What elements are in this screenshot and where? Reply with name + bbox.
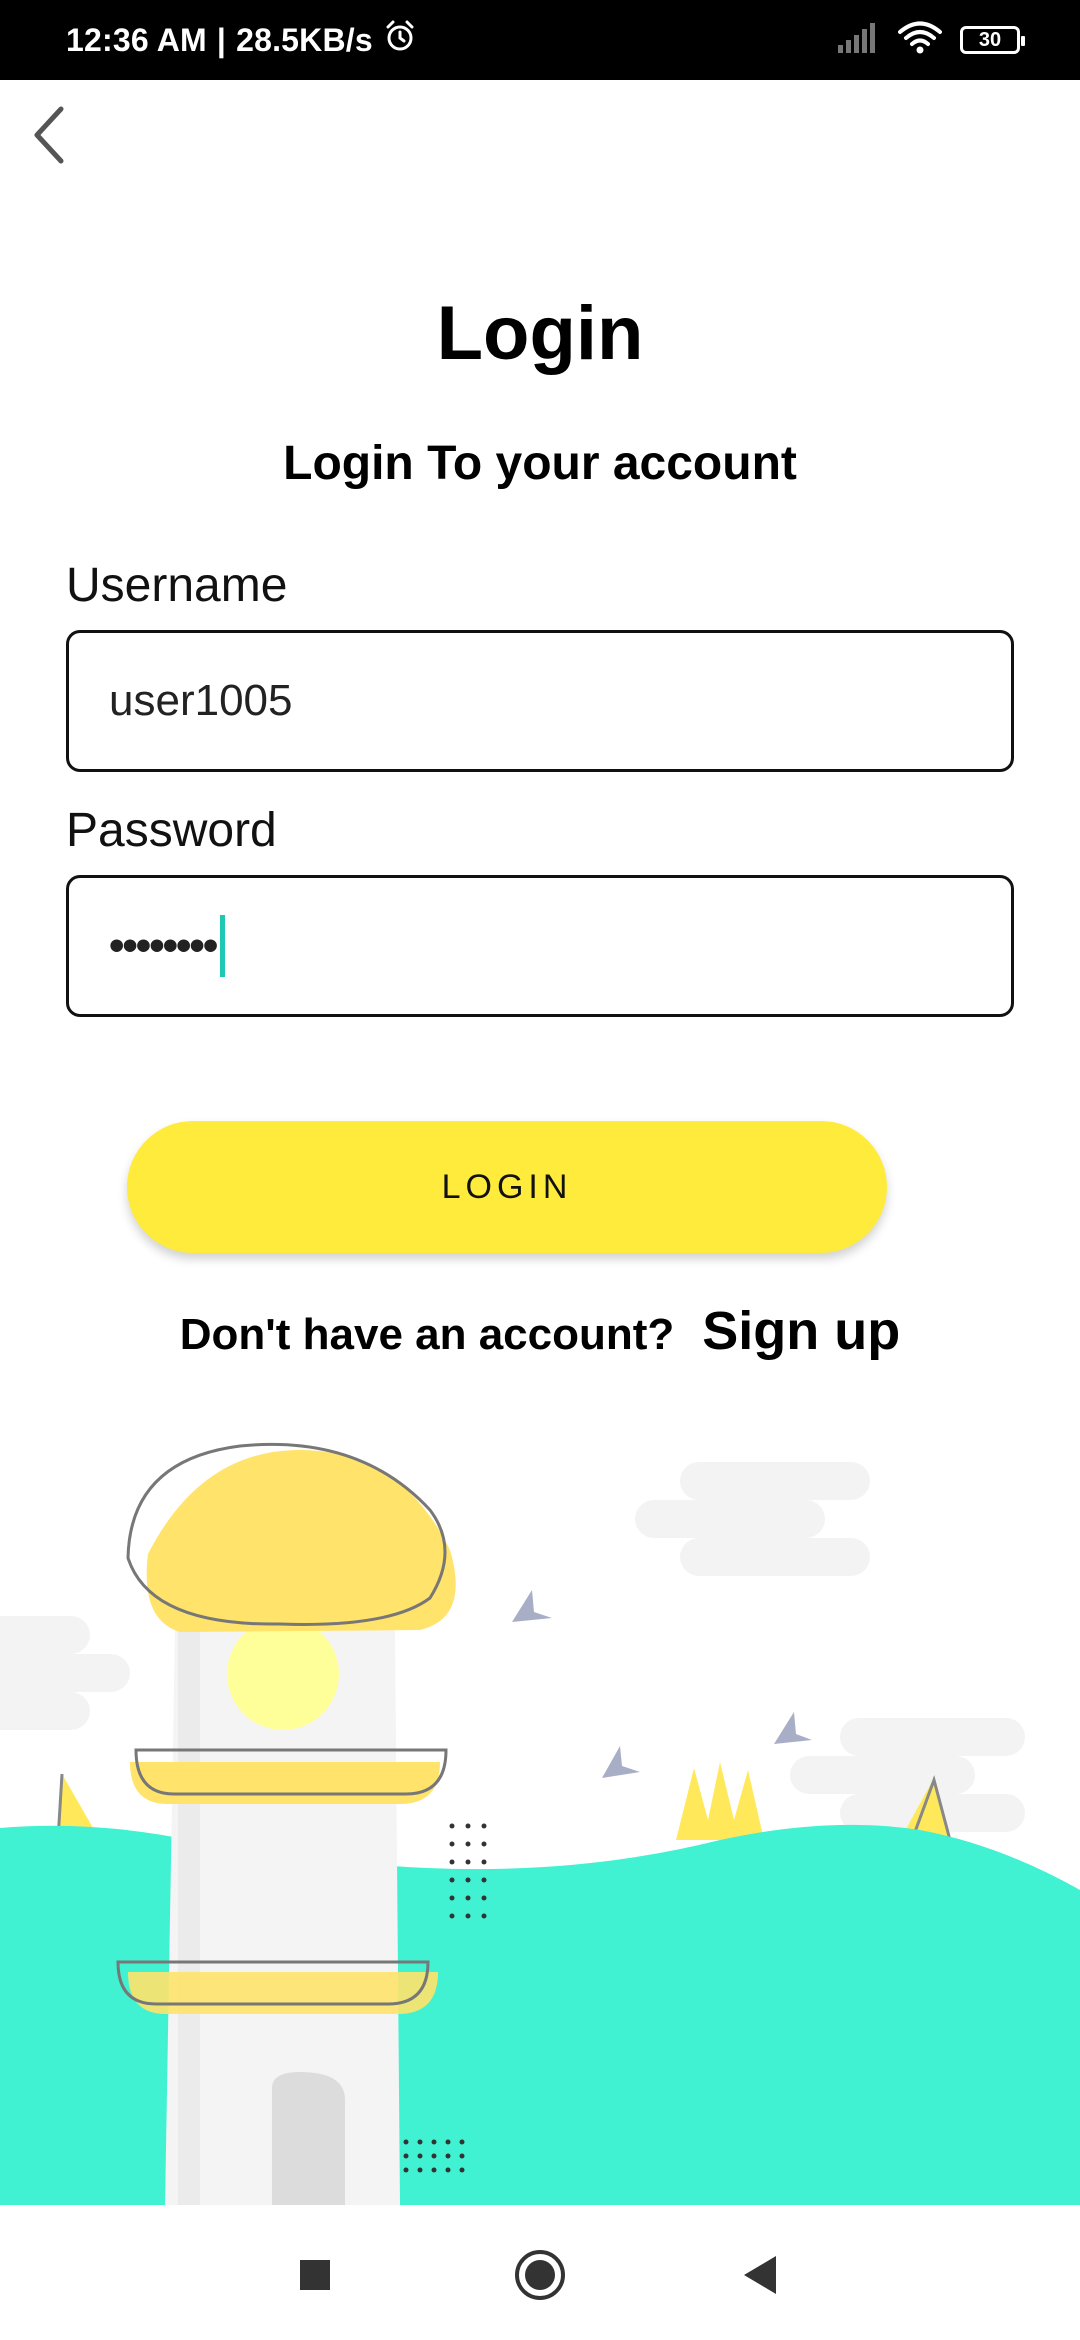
nav-recents-button[interactable]: [280, 2240, 350, 2310]
chevron-left-icon: [34, 106, 64, 164]
password-label: Password: [66, 804, 277, 857]
lighthouse-tower: [165, 1618, 400, 2205]
nav-home-button[interactable]: [505, 2240, 575, 2310]
text-cursor: [220, 915, 226, 977]
status-time: 12:36 AM: [66, 21, 207, 58]
signup-prompt: Don't have an account?: [179, 1310, 675, 1359]
status-right: 30: [838, 0, 1025, 80]
username-field[interactable]: user1005: [66, 630, 1014, 772]
signup-row: Don't have an account? Sign up: [0, 1300, 1080, 1362]
status-separator: |: [216, 21, 227, 58]
back-button[interactable]: [14, 100, 84, 170]
status-left: 12:36 AM | 28.5KB/s: [66, 0, 417, 80]
wifi-icon: [898, 21, 942, 60]
triangle-back-icon: [744, 2256, 776, 2294]
password-value: ••••••••: [109, 921, 218, 970]
circle-icon: [515, 2250, 565, 2300]
battery-icon: 30: [960, 26, 1025, 54]
hill-shape: [0, 1824, 1080, 2205]
alarm-icon: [383, 19, 417, 61]
password-field[interactable]: ••••••••: [66, 875, 1014, 1017]
login-button-label: LOGIN: [441, 1167, 573, 1206]
nav-back-button[interactable]: [725, 2240, 795, 2310]
signup-link[interactable]: Sign up: [702, 1300, 900, 1362]
square-icon: [300, 2260, 330, 2290]
battery-level: 30: [978, 28, 1002, 51]
signal-icon: [838, 22, 880, 58]
page-title: Login: [436, 291, 644, 376]
login-button[interactable]: LOGIN: [127, 1121, 887, 1253]
lighthouse-illustration: [0, 1442, 1080, 2205]
username-value: user1005: [109, 676, 293, 725]
bird-shapes: [512, 1590, 812, 1778]
status-bar: 12:36 AM | 28.5KB/s 30: [0, 0, 1080, 80]
network-speed: 28.5KB/s: [236, 21, 373, 58]
lighthouse-dome: [126, 1442, 456, 1632]
page-subtitle: Login To your account: [283, 437, 797, 490]
username-label: Username: [66, 559, 288, 612]
